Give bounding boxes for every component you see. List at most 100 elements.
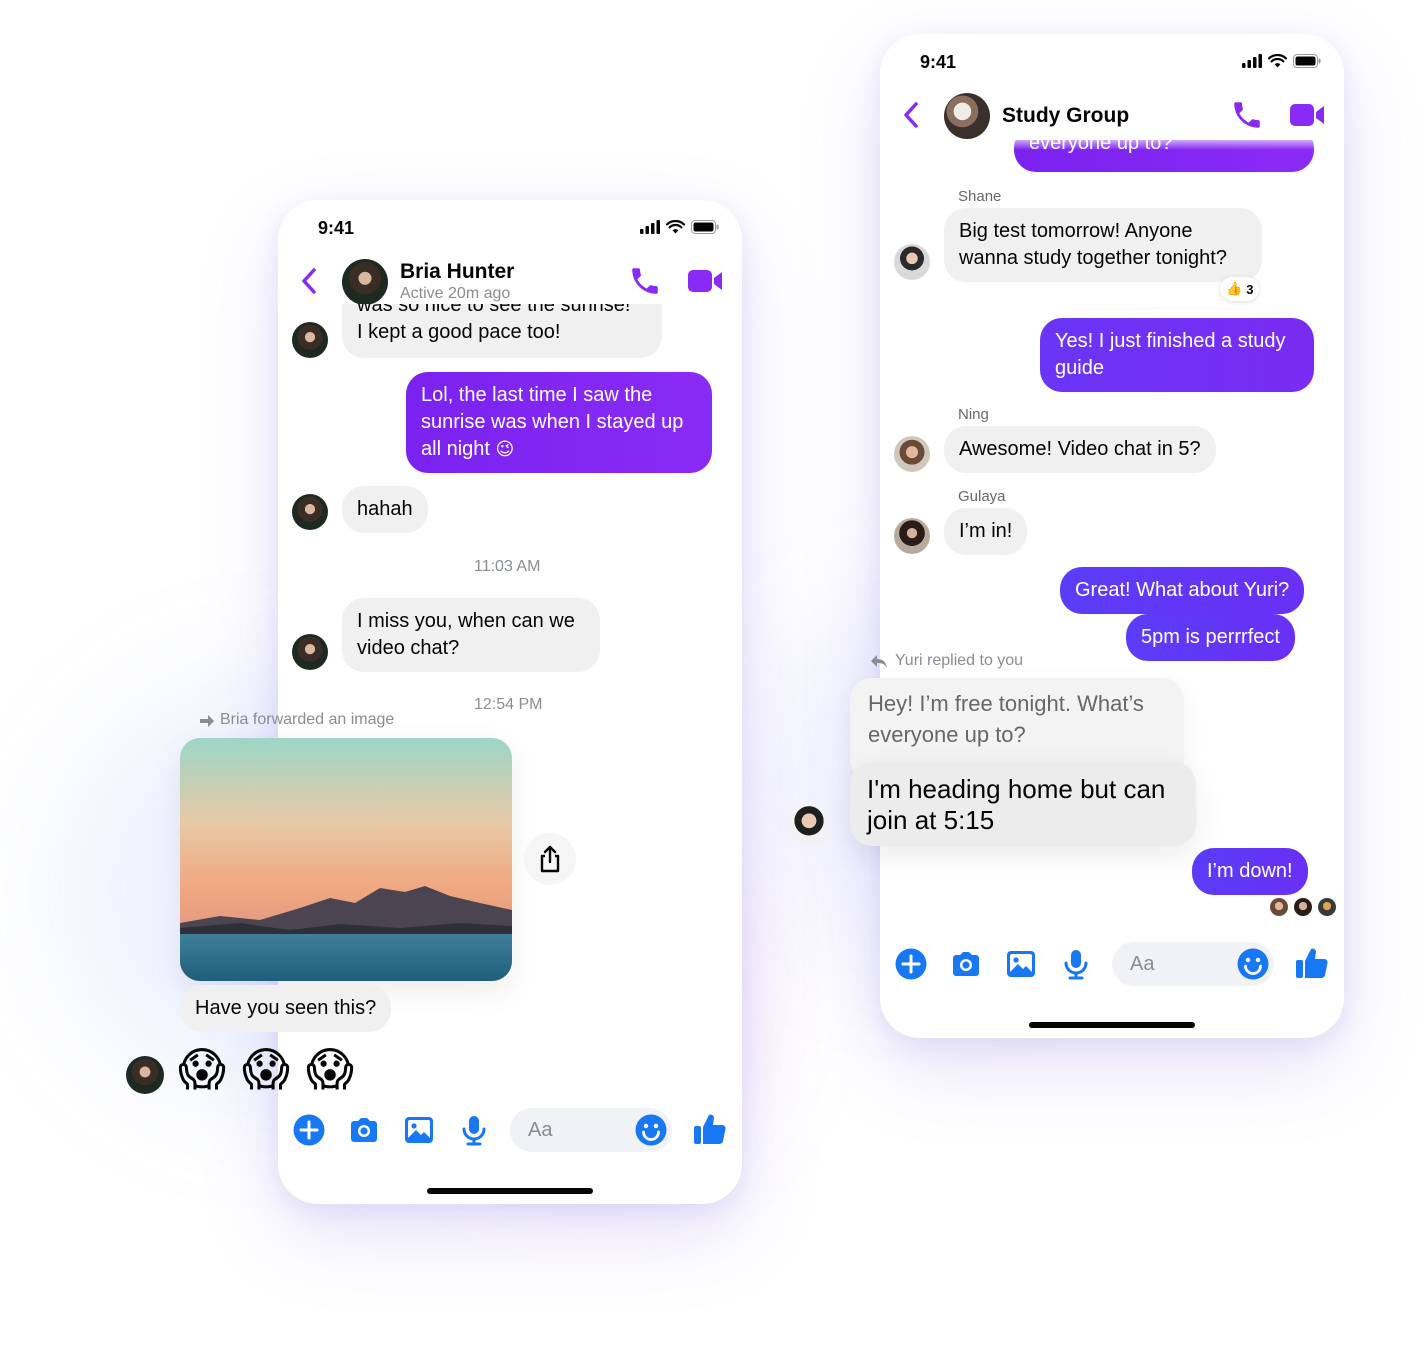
wink-emoji: 😉 — [495, 439, 515, 459]
battery-icon — [691, 220, 719, 234]
forward-note: Bria forwarded an image — [220, 711, 395, 728]
message-bubble[interactable]: Have you seen this? — [180, 985, 392, 1032]
reply-arrow-icon — [871, 655, 887, 668]
avatar — [894, 518, 930, 554]
share-button[interactable] — [524, 833, 576, 885]
read-receipts — [1270, 898, 1336, 916]
message-text: Big test tomorrow! Anyone wanna study to… — [959, 220, 1227, 269]
microphone-icon[interactable] — [1059, 947, 1093, 981]
read-receipt-avatar — [1270, 898, 1288, 916]
screaming-emoji: 😱 — [306, 1043, 354, 1095]
wifi-icon — [666, 220, 685, 234]
video-camera-icon[interactable] — [686, 266, 724, 296]
back-chevron-icon[interactable] — [298, 266, 320, 296]
avatar — [894, 244, 930, 280]
message-text: hahah — [357, 498, 413, 520]
forward-arrow-icon — [200, 715, 214, 727]
message-bubble-outgoing[interactable]: Great! What about Yuri? — [1060, 567, 1305, 614]
battery-icon — [1293, 54, 1321, 68]
screaming-emoji: 😱 — [178, 1043, 226, 1095]
read-receipt-avatar — [1318, 898, 1336, 916]
screaming-emoji: 😱 — [242, 1043, 290, 1095]
home-indicator — [427, 1188, 593, 1194]
camera-icon[interactable] — [949, 947, 983, 981]
message-input-placeholder: Aa — [1130, 953, 1155, 975]
message-bubble[interactable]: I miss you, when can we video chat? — [342, 598, 600, 672]
avatar — [292, 322, 328, 358]
message-text: Yes! I just finished a study guide — [1055, 330, 1286, 379]
message-bubble[interactable]: Awesome! Video chat in 5? — [944, 426, 1216, 473]
sender-name: Shane — [958, 188, 1002, 205]
phone-icon[interactable] — [1230, 98, 1264, 132]
message-bubble[interactable]: hahah — [342, 486, 428, 533]
gallery-icon[interactable] — [1004, 947, 1038, 981]
avatar — [126, 1056, 164, 1094]
quoted-text: Hey! I’m free tonight. What’s everyone u… — [868, 691, 1144, 747]
share-icon — [540, 845, 560, 873]
thumbs-up-icon[interactable] — [1294, 945, 1330, 981]
avatar — [788, 804, 830, 846]
sender-name: Gulaya — [958, 488, 1006, 505]
message-text: 5pm is perrrfect — [1141, 626, 1280, 648]
partial-message-clip: was so nice to see the sunrise! I kept a… — [342, 304, 662, 358]
message-text: I'm heading home but can join at 5:15 — [867, 774, 1166, 835]
back-chevron-icon[interactable] — [900, 100, 922, 130]
microphone-icon[interactable] — [457, 1113, 491, 1147]
message-text: I’m in! — [959, 520, 1013, 542]
reply-note: Yuri replied to you — [895, 652, 1024, 669]
group-name[interactable]: Study Group — [1002, 104, 1129, 128]
message-bubble[interactable]: Big test tomorrow! Anyone wanna study to… — [944, 208, 1262, 282]
signal-icon — [640, 220, 660, 234]
smiley-icon[interactable] — [634, 1113, 668, 1147]
avatar[interactable] — [342, 259, 388, 305]
message-bubble-outgoing[interactable]: I’m down! — [1192, 848, 1308, 895]
contact-name[interactable]: Bria Hunter — [400, 260, 514, 284]
gallery-icon[interactable] — [402, 1113, 436, 1147]
read-receipt-avatar — [1294, 898, 1312, 916]
plus-icon[interactable] — [292, 1113, 326, 1147]
message-bubble-outgoing[interactable]: 5pm is perrrfect — [1126, 614, 1295, 661]
message-text: Lol, the last time I saw the sunrise was… — [421, 384, 684, 460]
forwarded-image[interactable] — [180, 738, 512, 981]
status-time: 9:41 — [318, 218, 355, 238]
message-bubble[interactable]: I’m in! — [944, 508, 1028, 555]
message-text: Awesome! Video chat in 5? — [959, 438, 1201, 460]
timestamp: 12:54 PM — [474, 696, 543, 713]
home-indicator — [1029, 1022, 1195, 1028]
status-icons — [640, 220, 719, 234]
message-input-placeholder: Aa — [528, 1119, 553, 1141]
timestamp: 11:03 AM — [474, 558, 541, 575]
reply-message[interactable]: I'm heading home but can join at 5:15 — [850, 762, 1196, 846]
status-icons — [1242, 54, 1321, 68]
phone-icon[interactable] — [628, 264, 662, 298]
camera-icon[interactable] — [347, 1113, 381, 1147]
sender-name: Ning — [958, 406, 989, 423]
video-camera-icon[interactable] — [1288, 100, 1326, 130]
message-text: I’m down! — [1207, 860, 1293, 882]
thumbs-up-reaction: 👍 — [1226, 281, 1243, 296]
sunset-photo — [180, 738, 512, 981]
message-text: I miss you, when can we video chat? — [357, 610, 575, 659]
avatar — [894, 436, 930, 472]
message-text: Have you seen this? — [195, 997, 377, 1019]
signal-icon — [1242, 54, 1262, 68]
status-time: 9:41 — [920, 52, 957, 72]
active-status: Active 20m ago — [400, 285, 511, 302]
avatar — [292, 494, 328, 530]
message-text: was so nice to see the sunrise! — [357, 304, 631, 316]
smiley-icon[interactable] — [1236, 947, 1270, 981]
chat-phone-study-group: 9:41 everyone up to? Shane Big test tomo… — [880, 34, 1344, 1038]
wifi-icon — [1268, 54, 1287, 68]
thumbs-up-icon[interactable] — [692, 1111, 728, 1147]
message-text: Great! What about Yuri? — [1075, 579, 1290, 601]
group-avatar[interactable] — [944, 93, 990, 139]
reaction-count: 3 — [1246, 281, 1254, 297]
message-text: I kept a good pace too! — [357, 321, 561, 343]
avatar — [292, 634, 328, 670]
message-bubble-outgoing[interactable]: Lol, the last time I saw the sunrise was… — [406, 372, 712, 473]
plus-icon[interactable] — [894, 947, 928, 981]
message-bubble-outgoing[interactable]: Yes! I just finished a study guide — [1040, 318, 1314, 392]
reaction-badge[interactable]: 👍 3 — [1220, 277, 1260, 301]
message-list: was so nice to see the sunrise! I kept a… — [278, 304, 742, 1104]
message-bubble[interactable]: was so nice to see the sunrise! I kept a… — [342, 304, 662, 358]
